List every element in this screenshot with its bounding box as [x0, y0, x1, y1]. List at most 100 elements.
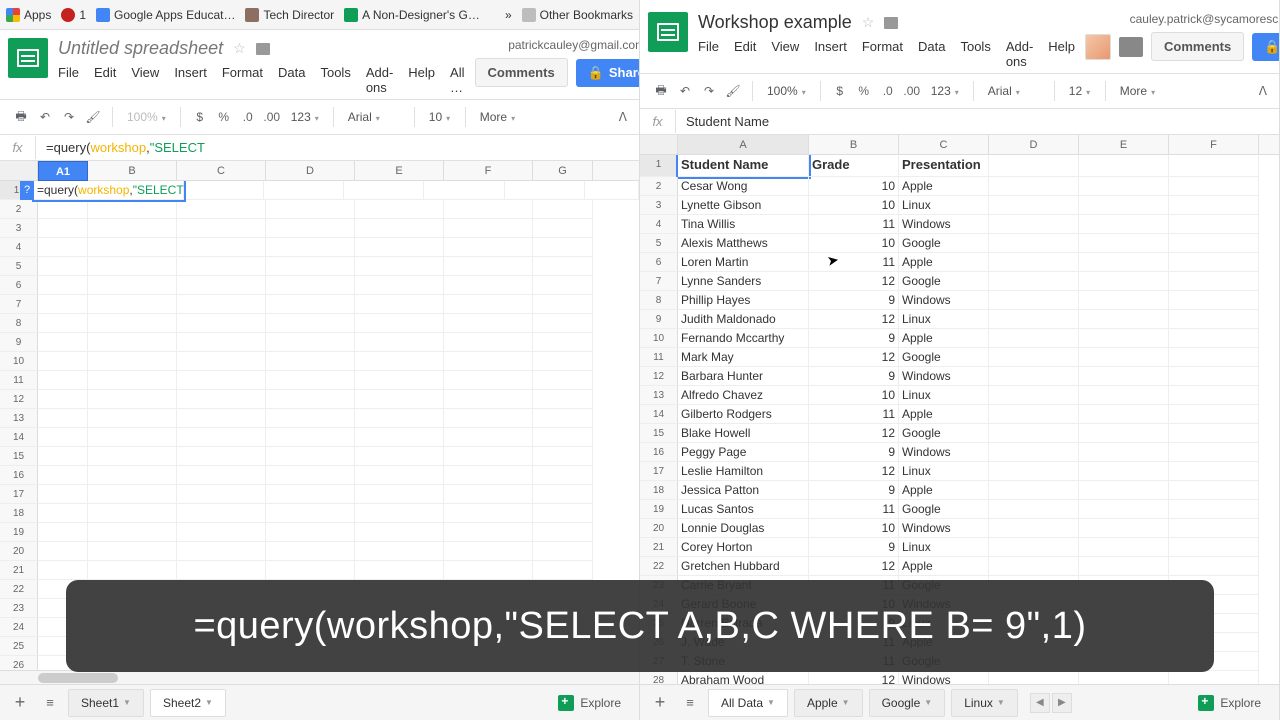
cell[interactable] — [177, 561, 266, 580]
cell[interactable] — [184, 181, 264, 200]
paint-format-icon[interactable]: 🖌 — [724, 82, 742, 100]
cell[interactable] — [1079, 481, 1169, 500]
cell[interactable] — [1079, 291, 1169, 310]
cell[interactable] — [989, 367, 1079, 386]
horizontal-scrollbar[interactable] — [0, 670, 639, 684]
add-sheet-button[interactable]: + — [8, 692, 32, 713]
cell[interactable]: Leslie Hamilton — [678, 462, 809, 481]
cell[interactable] — [989, 310, 1079, 329]
cell[interactable]: 11 — [809, 500, 899, 519]
menu-data[interactable]: Data — [278, 65, 305, 95]
row-header[interactable]: 17 — [0, 485, 38, 504]
cell[interactable] — [533, 314, 593, 333]
cell[interactable] — [355, 523, 444, 542]
row-header[interactable]: 16 — [640, 443, 678, 462]
row-header[interactable]: 3 — [640, 196, 678, 215]
cell[interactable] — [1169, 272, 1259, 291]
cell[interactable] — [444, 371, 533, 390]
cell[interactable] — [38, 371, 88, 390]
cell[interactable] — [177, 257, 266, 276]
cell[interactable] — [533, 504, 593, 523]
cell[interactable] — [989, 348, 1079, 367]
cell[interactable]: 10 — [809, 177, 899, 196]
sheet-tab-active[interactable]: Sheet2▼ — [150, 689, 226, 717]
zoom-selector[interactable]: 100% — [123, 110, 170, 124]
cell[interactable]: Lynette Gibson — [678, 196, 809, 215]
row-header[interactable]: 4 — [0, 238, 38, 257]
cell[interactable] — [355, 219, 444, 238]
cell[interactable]: Apple — [899, 481, 989, 500]
menu-format[interactable]: Format — [222, 65, 263, 95]
cell[interactable] — [177, 314, 266, 333]
comments-button[interactable]: Comments — [1151, 32, 1244, 61]
cell[interactable]: Google — [899, 272, 989, 291]
cell[interactable] — [444, 390, 533, 409]
cell[interactable]: Corey Horton — [678, 538, 809, 557]
row-header[interactable]: 22 — [640, 557, 678, 576]
cell[interactable]: 9 — [809, 291, 899, 310]
sheets-logo[interactable] — [8, 38, 48, 78]
cell[interactable] — [266, 352, 355, 371]
row-header[interactable]: 12 — [0, 390, 38, 409]
cell[interactable] — [1079, 215, 1169, 234]
cell[interactable]: Linux — [899, 386, 989, 405]
cell[interactable] — [989, 538, 1079, 557]
share-button[interactable]: 🔒Share — [1252, 33, 1280, 61]
cell[interactable] — [88, 485, 177, 504]
cell[interactable] — [989, 234, 1079, 253]
star-icon[interactable]: ☆ — [862, 14, 875, 31]
column-header[interactable]: E — [355, 161, 444, 180]
cell[interactable]: 11 — [809, 215, 899, 234]
cell[interactable] — [989, 500, 1079, 519]
undo-icon[interactable]: ↶ — [36, 108, 54, 126]
cell[interactable] — [444, 523, 533, 542]
number-format[interactable]: 123 — [287, 110, 323, 124]
cell[interactable] — [266, 200, 355, 219]
cell[interactable]: Lonnie Douglas — [678, 519, 809, 538]
cell[interactable] — [1079, 177, 1169, 196]
cell[interactable] — [266, 276, 355, 295]
cell[interactable] — [444, 200, 533, 219]
cell[interactable] — [177, 276, 266, 295]
cell[interactable]: Lucas Santos — [678, 500, 809, 519]
cell[interactable] — [38, 447, 88, 466]
cell[interactable] — [88, 390, 177, 409]
cell[interactable] — [1169, 367, 1259, 386]
cell[interactable] — [1169, 177, 1259, 196]
cell[interactable] — [266, 428, 355, 447]
cell[interactable] — [264, 181, 344, 200]
cell[interactable] — [355, 352, 444, 371]
cell[interactable]: Linux — [899, 196, 989, 215]
cell[interactable] — [1079, 196, 1169, 215]
column-header[interactable]: C — [177, 161, 266, 180]
row-header[interactable]: 24 — [0, 618, 38, 637]
collaborator-avatar[interactable] — [1085, 34, 1111, 60]
row-header[interactable]: 18 — [0, 504, 38, 523]
cell[interactable]: Blake Howell — [678, 424, 809, 443]
cell[interactable]: 9 — [809, 329, 899, 348]
row-header[interactable]: 7 — [0, 295, 38, 314]
cell[interactable]: Google — [899, 500, 989, 519]
cell[interactable] — [88, 352, 177, 371]
cell[interactable] — [444, 333, 533, 352]
cell[interactable] — [444, 238, 533, 257]
cell[interactable] — [38, 504, 88, 523]
cell[interactable] — [88, 523, 177, 542]
cell[interactable] — [444, 504, 533, 523]
account-email[interactable]: cauley.patrick@sycamoreschool.org▼ — [1130, 12, 1280, 26]
cell[interactable] — [266, 219, 355, 238]
cell[interactable] — [444, 466, 533, 485]
row-header[interactable]: 19 — [640, 500, 678, 519]
cell[interactable] — [177, 295, 266, 314]
column-header[interactable]: E — [1079, 135, 1169, 154]
row-header[interactable]: 11 — [640, 348, 678, 367]
row-header[interactable]: 22 — [0, 580, 38, 599]
cell[interactable] — [355, 390, 444, 409]
cell[interactable]: Cesar Wong — [678, 177, 809, 196]
comments-button[interactable]: Comments — [475, 58, 568, 87]
cell[interactable]: Tina Willis — [678, 215, 809, 234]
move-folder-icon[interactable] — [884, 17, 898, 29]
cell[interactable] — [444, 219, 533, 238]
cell[interactable]: Alfredo Chavez — [678, 386, 809, 405]
cell[interactable] — [1079, 424, 1169, 443]
